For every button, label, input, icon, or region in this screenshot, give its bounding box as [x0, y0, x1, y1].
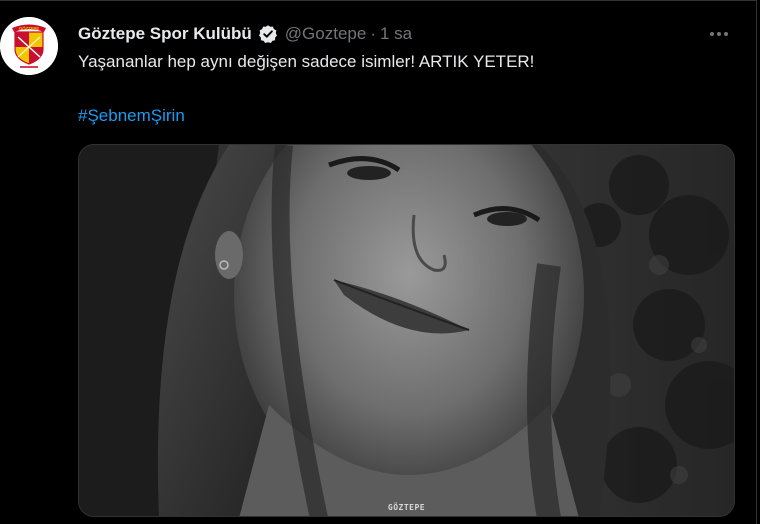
- timestamp[interactable]: 1 sa: [380, 23, 412, 45]
- display-name[interactable]: Göztepe Spor Kulübü: [78, 23, 252, 45]
- portrait-photo: [79, 145, 734, 516]
- avatar[interactable]: GÖZTEPE: [0, 17, 58, 75]
- media-watermark: GÖZTEPE: [387, 503, 426, 512]
- avatar-logo-text: GÖZTEPE: [19, 26, 39, 31]
- handle[interactable]: @Goztepe: [285, 23, 367, 45]
- tweet-header: Göztepe Spor Kulübü @Goztepe · 1 sa: [78, 23, 412, 45]
- hashtag-link[interactable]: #ŞebnemŞirin: [78, 105, 185, 127]
- verified-badge-icon: [258, 24, 278, 44]
- more-horizontal-icon: [710, 32, 728, 36]
- separator-dot: ·: [370, 24, 376, 43]
- tweet-container: GÖZTEPE Göztepe Spor Kulübü @Goztepe · 1…: [0, 0, 757, 524]
- tweet-text: Yaşananlar hep aynı değişen sadece isiml…: [78, 52, 535, 71]
- tweet-media-photo[interactable]: GÖZTEPE: [78, 144, 735, 517]
- more-options-button[interactable]: [708, 23, 730, 45]
- goztepe-logo-icon: GÖZTEPE: [0, 17, 58, 75]
